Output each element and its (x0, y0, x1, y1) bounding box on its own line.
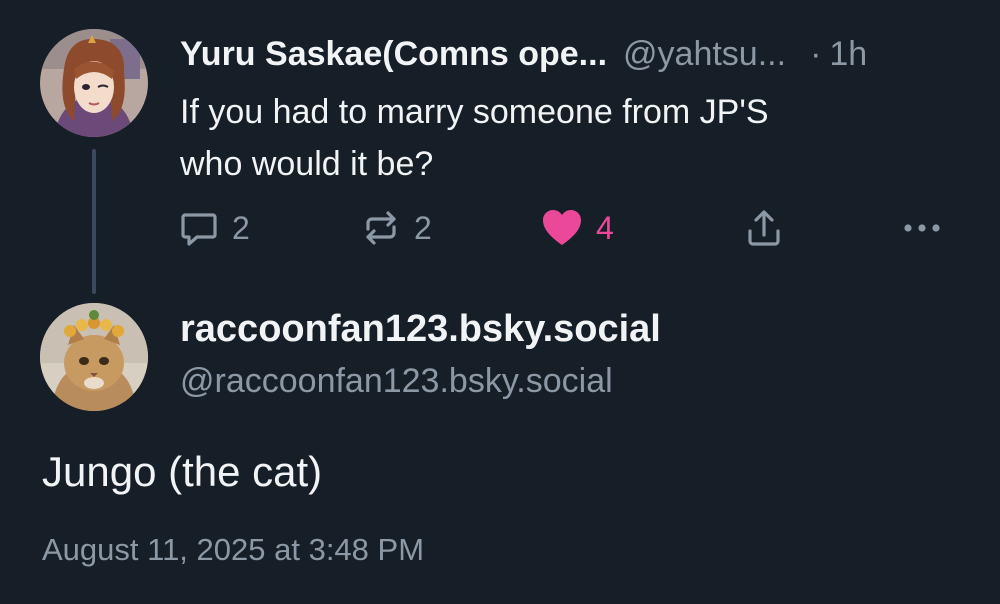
reply-count: 2 (232, 209, 250, 246)
repost-count: 2 (414, 209, 432, 246)
reply-post-text: Jungo (the cat) (42, 448, 323, 495)
reply-author-handle[interactable]: @raccoonfan123.bsky.social (180, 362, 613, 401)
parent-author-name[interactable]: Yuru Saskae(Comns ope... (180, 35, 607, 74)
reply-button[interactable]: 2 (178, 206, 250, 250)
repost-arrows-icon (360, 207, 402, 249)
parent-post-text: If you had to marry someone from JP'S wh… (180, 86, 940, 190)
parent-author-avatar[interactable] (40, 29, 148, 137)
reply-post-timestamp: August 11, 2025 at 3:48 PM (42, 532, 425, 567)
heart-icon (540, 207, 584, 249)
share-button[interactable] (744, 206, 784, 250)
share-upload-icon (744, 207, 784, 249)
repost-button[interactable]: 2 (360, 206, 432, 250)
thread-connector-line (92, 149, 96, 294)
like-count: 4 (596, 209, 614, 246)
more-dots-icon (900, 207, 944, 249)
parent-post-header: Yuru Saskae(Comns ope... @yahtsu... · 1h (180, 30, 970, 78)
parent-post-text-line: who would it be? (180, 145, 434, 183)
parent-post-time[interactable]: 1h (829, 35, 867, 74)
more-options-button[interactable] (900, 206, 944, 250)
speech-bubble-icon (178, 207, 220, 249)
parent-post-text-line: If you had to marry someone from JP'S (180, 93, 769, 131)
reply-author-avatar[interactable] (40, 303, 148, 411)
header-separator: · (810, 34, 822, 73)
like-button[interactable]: 4 (540, 206, 614, 250)
reply-author-name[interactable]: raccoonfan123.bsky.social (180, 308, 661, 351)
parent-author-handle[interactable]: @yahtsu... (623, 35, 786, 74)
